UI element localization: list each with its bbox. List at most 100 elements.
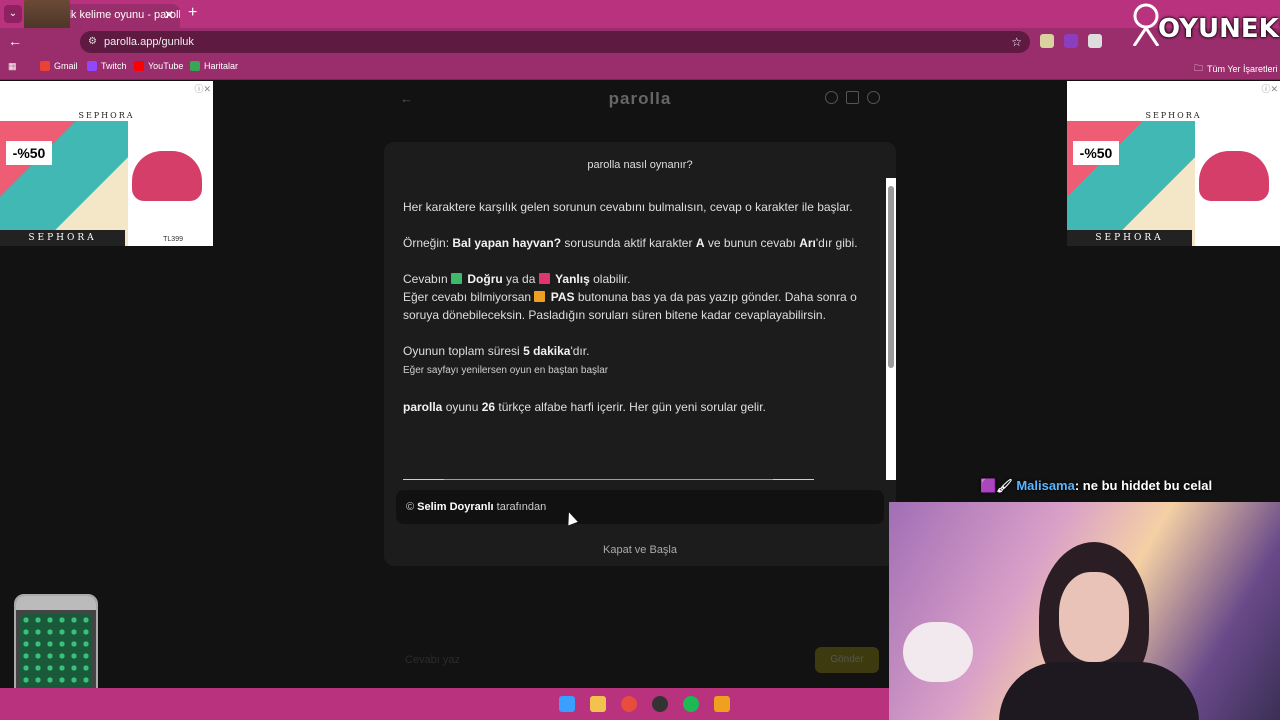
close-and-start-button[interactable]: Kapat ve Başla: [384, 544, 896, 556]
text: 'dır.: [570, 344, 590, 358]
back-arrow-icon[interactable]: ←: [8, 33, 22, 49]
ad-product: [132, 151, 202, 201]
extensions-area: [1040, 34, 1102, 48]
modal-scroll-area[interactable]: Her karaktere karşılık gelen sorunun cev…: [384, 176, 896, 480]
wrong-square-icon: [538, 273, 550, 284]
jar-lid: [16, 596, 96, 610]
info-icon[interactable]: [825, 91, 838, 104]
answer-input[interactable]: Cevabı yaz: [395, 647, 815, 673]
example-paragraph: Örneğin: Bal yapan hayvan? sorusunda akt…: [403, 234, 873, 252]
text: tarafından: [493, 501, 547, 513]
header-icons: [825, 91, 880, 104]
answer-states-paragraph: Cevabın Doğru ya da Yanlış olabilir. Eğe…: [403, 270, 873, 324]
ad-product: [1199, 151, 1269, 201]
new-tab-button[interactable]: +: [188, 4, 197, 22]
chrome-icon[interactable]: [621, 696, 637, 712]
taskbar: [0, 688, 889, 720]
app-icon[interactable]: [714, 696, 730, 712]
ad-footer-brand: SEPHORA: [0, 230, 125, 246]
chat-message: 🟪🖌 Malisama: ne bu hiddet bu celal: [980, 478, 1212, 494]
youtube-icon: [134, 61, 144, 71]
bookmark-twitch[interactable]: Twitch: [87, 61, 127, 71]
tab-close-icon[interactable]: ✕: [164, 4, 174, 26]
logo-text: OYUNEKS: [1158, 14, 1280, 44]
stats-icon[interactable]: [846, 91, 859, 104]
game-header: ← parolla: [390, 81, 890, 115]
ad-close-icon[interactable]: ⓘ✕: [194, 82, 211, 95]
text: Örneğin:: [403, 236, 453, 250]
extension-icon[interactable]: [1064, 34, 1078, 48]
ad-discount: -%50: [1073, 141, 1119, 165]
maps-icon: [190, 61, 200, 71]
correct-square-icon: [451, 273, 463, 284]
bookmark-gmail[interactable]: Gmail: [40, 61, 78, 71]
rule-paragraph: Her karaktere karşılık gelen sorunun cev…: [403, 198, 873, 216]
obs-icon[interactable]: [652, 696, 668, 712]
ad-image: [1067, 121, 1195, 246]
bookmark-label: Gmail: [54, 61, 78, 71]
all-bookmarks-label: Tüm Yer İşaretleri: [1207, 64, 1278, 74]
streamer-body: [999, 662, 1199, 720]
duration: 5 dakika: [523, 344, 571, 358]
text: Oyunun toplam süresi: [403, 344, 524, 358]
text: oyunu: [442, 400, 482, 414]
pass-square-icon: [534, 291, 546, 302]
embedded-video[interactable]: [403, 479, 814, 480]
windows-start-icon[interactable]: [559, 696, 575, 712]
author-credit: © Selim Doyranlı tarafından: [396, 490, 884, 524]
bookmark-maps[interactable]: Haritalar: [190, 61, 238, 71]
ad-banner-left[interactable]: SEPHORA -%50 SEPHORA TL399 ⓘ✕: [0, 81, 213, 246]
text: Cevabın: [403, 272, 452, 286]
letter-count: 26: [481, 400, 496, 414]
text: olabilir.: [589, 272, 631, 286]
correct-label: Doğru: [467, 272, 503, 286]
extensions-puzzle-icon[interactable]: [1088, 34, 1102, 48]
text: sorusunda aktif karakter: [561, 236, 696, 250]
bookmark-label: YouTube: [148, 61, 184, 71]
apps-grid-icon[interactable]: ▦: [8, 61, 17, 72]
how-to-play-modal: parolla nasıl oynanır? Her karaktere kar…: [384, 142, 896, 566]
example-answer: Arı: [799, 236, 816, 250]
alphabet-paragraph: parolla oyunu 26 türkçe alfabe harfi içe…: [403, 398, 873, 416]
url-text: parolla.app/gunluk: [104, 36, 194, 48]
chat-badge-icon: 🟪🖌: [980, 478, 1017, 493]
site-info-icon[interactable]: ⚙: [88, 31, 97, 53]
bookmark-star-icon[interactable]: ☆: [1011, 31, 1022, 53]
modal-body: Her karaktere karşılık gelen sorunun cev…: [403, 198, 873, 434]
ad-brand: SEPHORA: [78, 111, 135, 120]
brand-name: parolla: [403, 400, 443, 414]
ad-banner-right[interactable]: SEPHORA -%50 SEPHORA ⓘ✕: [1067, 81, 1280, 246]
refresh-note: Eğer sayfayı yenilersen oyun en baştan b…: [403, 365, 609, 376]
bookmark-label: Twitch: [101, 61, 127, 71]
profile-icon[interactable]: [867, 91, 880, 104]
streamer-face: [1059, 572, 1129, 662]
address-bar[interactable]: ⚙ parolla.app/gunluk ☆: [80, 31, 1030, 53]
browser-tab-strip: ⌄ lik kelime oyunu - parolla ✕ +: [0, 0, 1280, 46]
scrollbar-thumb[interactable]: [888, 186, 894, 368]
video-thumbnail: [444, 479, 773, 480]
spotify-icon[interactable]: [683, 696, 699, 712]
modal-scrollbar[interactable]: [886, 178, 896, 480]
submit-button[interactable]: Gönder: [815, 647, 879, 673]
tab-title: lik kelime oyunu - parolla: [66, 9, 180, 21]
game-title: parolla: [608, 89, 672, 108]
extension-icon[interactable]: [1040, 34, 1054, 48]
teddy-bear: [903, 622, 973, 682]
twitch-icon: [87, 61, 97, 71]
oyuneks-logo: OYUNEKS: [1130, 2, 1280, 50]
file-explorer-icon[interactable]: [590, 696, 606, 712]
bookmark-youtube[interactable]: YouTube: [134, 61, 183, 71]
chat-username: Malisama: [1016, 478, 1075, 493]
tab-search-button[interactable]: ⌄: [4, 5, 22, 23]
example-question: Bal yapan hayvan?: [452, 236, 562, 250]
wrong-label: Yanlış: [555, 272, 590, 286]
ad-brand: SEPHORA: [1145, 111, 1202, 120]
browser-toolbar: ← ⚙ parolla.app/gunluk ☆: [0, 28, 1280, 56]
gmail-icon: [40, 61, 50, 71]
ad-price: TL399: [163, 236, 183, 243]
ad-close-icon[interactable]: ⓘ✕: [1261, 82, 1278, 95]
modal-title: parolla nasıl oynanır?: [587, 159, 693, 171]
text: türkçe alfabe harfi içerir. Her gün yeni…: [495, 400, 766, 414]
all-bookmarks[interactable]: 🗀 Tüm Yer İşaretleri: [1194, 61, 1278, 77]
author-name[interactable]: Selim Doyranlı: [417, 501, 493, 513]
